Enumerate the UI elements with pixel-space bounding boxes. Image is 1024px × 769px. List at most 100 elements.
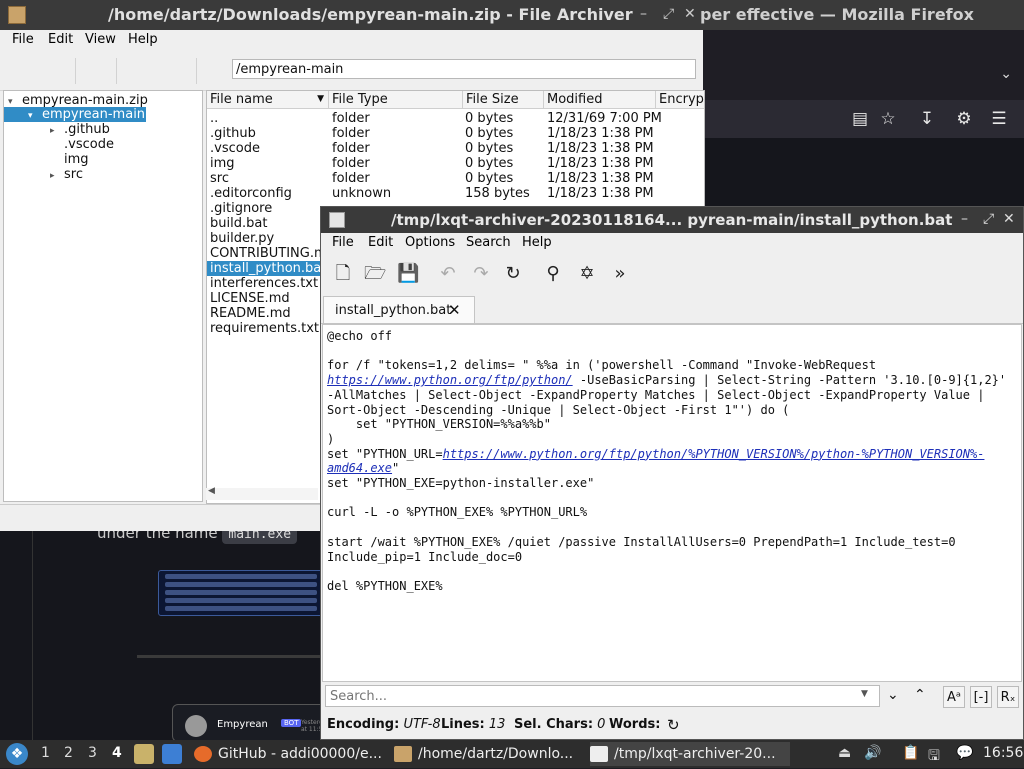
close-icon[interactable]: ✕ — [684, 6, 696, 22]
tree-item-github[interactable]: ▸ .github — [50, 122, 110, 137]
maximize-icon[interactable]: ⤢ — [663, 6, 674, 22]
tree-item-empyrean-main[interactable]: ▾ empyrean-main — [4, 107, 146, 122]
start-menu-button[interactable]: ❖ — [6, 743, 28, 765]
extensions-icon[interactable]: ⚙ — [954, 109, 974, 129]
tree-label: img — [64, 152, 89, 167]
regex-button[interactable]: Rₓ — [997, 686, 1019, 708]
whole-word-button[interactable]: [-] — [970, 686, 992, 708]
menu-file[interactable]: File — [12, 32, 34, 47]
column-file-name[interactable]: File name ▼ — [207, 91, 329, 108]
tree-item-vscode[interactable]: .vscode — [64, 137, 114, 152]
replace-icon[interactable]: ✡ — [576, 263, 598, 285]
file-row[interactable]: .editorconfig unknown 158 bytes 1/18/23 1:3… — [207, 186, 704, 201]
tree-item-src[interactable]: ▸ src — [50, 167, 83, 182]
downloads-icon[interactable]: ↧ — [917, 109, 937, 129]
search-input[interactable] — [325, 685, 880, 707]
list-all-tabs-icon[interactable]: ⌄ — [1000, 66, 1012, 82]
archive-path-field[interactable]: /empyrean-main — [232, 59, 696, 79]
open-folder-icon[interactable]: 🗁 — [364, 263, 386, 285]
file-row[interactable]: .github folder 0 bytes 1/18/23 1:38 PM — [207, 126, 704, 141]
menu-file[interactable]: File — [332, 235, 354, 250]
menu-edit[interactable]: Edit — [368, 235, 393, 250]
desktop-3[interactable]: 3 — [88, 745, 97, 761]
file-row[interactable]: .. folder 0 bytes 12/31/69 7:00 PM — [207, 111, 704, 126]
network-icon[interactable]: 🖫 — [928, 745, 940, 769]
tab-install-python[interactable]: install_python.bat ✕ — [323, 296, 475, 323]
folder-tree[interactable]: ▾ empyrean-main.zip ▾ empyrean-main ▸ .gith… — [3, 90, 203, 502]
archiver-titlebar[interactable]: /home/dartz/Downloads/empyrean-main.zip … — [0, 0, 700, 30]
code-line: set "PYTHON_URL= — [327, 446, 443, 461]
code-line: @echo off — [327, 329, 393, 343]
file-list-hscroll[interactable]: ◀ — [206, 486, 318, 500]
desktop-2[interactable]: 2 — [64, 745, 73, 761]
find-previous-icon[interactable]: ⌃ — [914, 687, 926, 703]
file-modified-cell: 1/18/23 1:38 PM — [547, 126, 654, 141]
column-encrypted[interactable]: Encrypted — [656, 91, 704, 108]
file-row[interactable]: src folder 0 bytes 1/18/23 1:38 PM — [207, 171, 704, 186]
maximize-icon[interactable]: ⤢ — [983, 211, 994, 227]
app-menu-icon[interactable]: ☰ — [989, 109, 1009, 129]
refresh-word-count-icon[interactable]: ↻ — [667, 712, 680, 738]
menu-options[interactable]: Options — [405, 235, 455, 250]
file-modified-cell: 1/18/23 1:38 PM — [547, 171, 654, 186]
task-text-editor[interactable]: /tmp/lxqt-archiver-20... — [590, 742, 790, 766]
file-name-cell: interferences.txt — [210, 276, 319, 291]
task-file-archiver[interactable]: /home/dartz/Downlo... — [394, 742, 584, 766]
code-link[interactable]: https://www.python.org/ftp/python/ — [327, 373, 573, 387]
tree-item-zip[interactable]: ▾ empyrean-main.zip — [8, 93, 148, 108]
desktop-4[interactable]: 4 — [112, 745, 122, 761]
minimize-icon[interactable]: – — [640, 6, 647, 22]
code-line: for /f "tokens=1,2 delims= " %%a in ('po… — [327, 358, 884, 373]
undo-icon[interactable]: ↶ — [437, 263, 459, 285]
menu-view[interactable]: View — [85, 32, 116, 47]
file-row[interactable]: .vscode folder 0 bytes 1/18/23 1:38 PM — [207, 141, 704, 156]
notification-icon[interactable]: 💬 — [956, 745, 973, 761]
menu-help[interactable]: Help — [128, 32, 158, 47]
editor-statusbar: Encoding: UTF-8 Lines: 13 Sel. Chars: 0 … — [321, 712, 1023, 738]
file-row[interactable]: img folder 0 bytes 1/18/23 1:38 PM — [207, 156, 704, 171]
task-firefox[interactable]: GitHub - addi00000/e... — [194, 742, 384, 766]
volume-icon[interactable]: 🔊 — [864, 745, 881, 761]
sel-chars-value: 0 — [597, 717, 606, 732]
minimize-icon[interactable]: – — [961, 211, 968, 227]
desktop-1[interactable]: 1 — [41, 745, 50, 761]
chevron-down-icon[interactable]: ▼ — [861, 689, 868, 699]
column-file-type[interactable]: File Type — [329, 91, 463, 108]
firefox-tabstrip: ⌄ — [700, 30, 1024, 100]
match-case-button[interactable]: Aᵃ — [943, 686, 965, 708]
file-name-cell: LICENSE.md — [210, 291, 290, 306]
more-tools-icon[interactable]: » — [609, 263, 631, 285]
lines-label: Lines: — [441, 717, 485, 732]
tree-item-img[interactable]: img — [64, 152, 89, 167]
find-icon[interactable]: ⚲ — [542, 263, 564, 285]
column-modified[interactable]: Modified — [544, 91, 656, 108]
chevron-down-icon[interactable]: ▾ — [28, 109, 42, 124]
find-next-icon[interactable]: ⌄ — [887, 687, 899, 703]
close-icon[interactable]: ✕ — [1003, 211, 1015, 227]
file-name-cell: build.bat — [210, 216, 268, 231]
file-manager-icon[interactable] — [134, 744, 154, 764]
save-icon[interactable]: 💾 — [397, 263, 419, 285]
bookmark-star-icon[interactable]: ☆ — [878, 109, 898, 129]
editor-titlebar[interactable]: /tmp/lxqt-archiver-20230118164... pyrean… — [321, 207, 1023, 233]
chevron-right-icon[interactable]: ▸ — [50, 169, 64, 184]
menu-help[interactable]: Help — [522, 235, 552, 250]
editor-window-title: /tmp/lxqt-archiver-20230118164... pyrean… — [391, 211, 953, 229]
menu-search[interactable]: Search — [466, 235, 511, 250]
column-file-size[interactable]: File Size — [463, 91, 544, 108]
close-tab-icon[interactable]: ✕ — [448, 301, 461, 319]
scroll-left-icon[interactable]: ◀ — [208, 486, 215, 496]
editor-text-area[interactable]: @echo off for /f "tokens=1,2 delims= " %… — [322, 324, 1022, 682]
redo-icon[interactable]: ↷ — [470, 263, 492, 285]
menu-edit[interactable]: Edit — [48, 32, 73, 47]
clipboard-icon[interactable]: 📋 — [902, 745, 919, 761]
encoding-label: Encoding: — [327, 717, 400, 732]
new-file-icon[interactable]: 🗋 — [332, 263, 354, 285]
reader-view-icon[interactable]: ▤ — [850, 109, 870, 129]
eject-icon[interactable]: ⏏ — [838, 745, 851, 761]
code-line: " — [392, 461, 400, 476]
bot-badge: BOT — [281, 719, 302, 727]
reload-icon[interactable]: ↻ — [502, 263, 524, 285]
chevron-right-icon[interactable]: ▸ — [50, 124, 64, 139]
show-desktop-icon[interactable] — [162, 744, 182, 764]
